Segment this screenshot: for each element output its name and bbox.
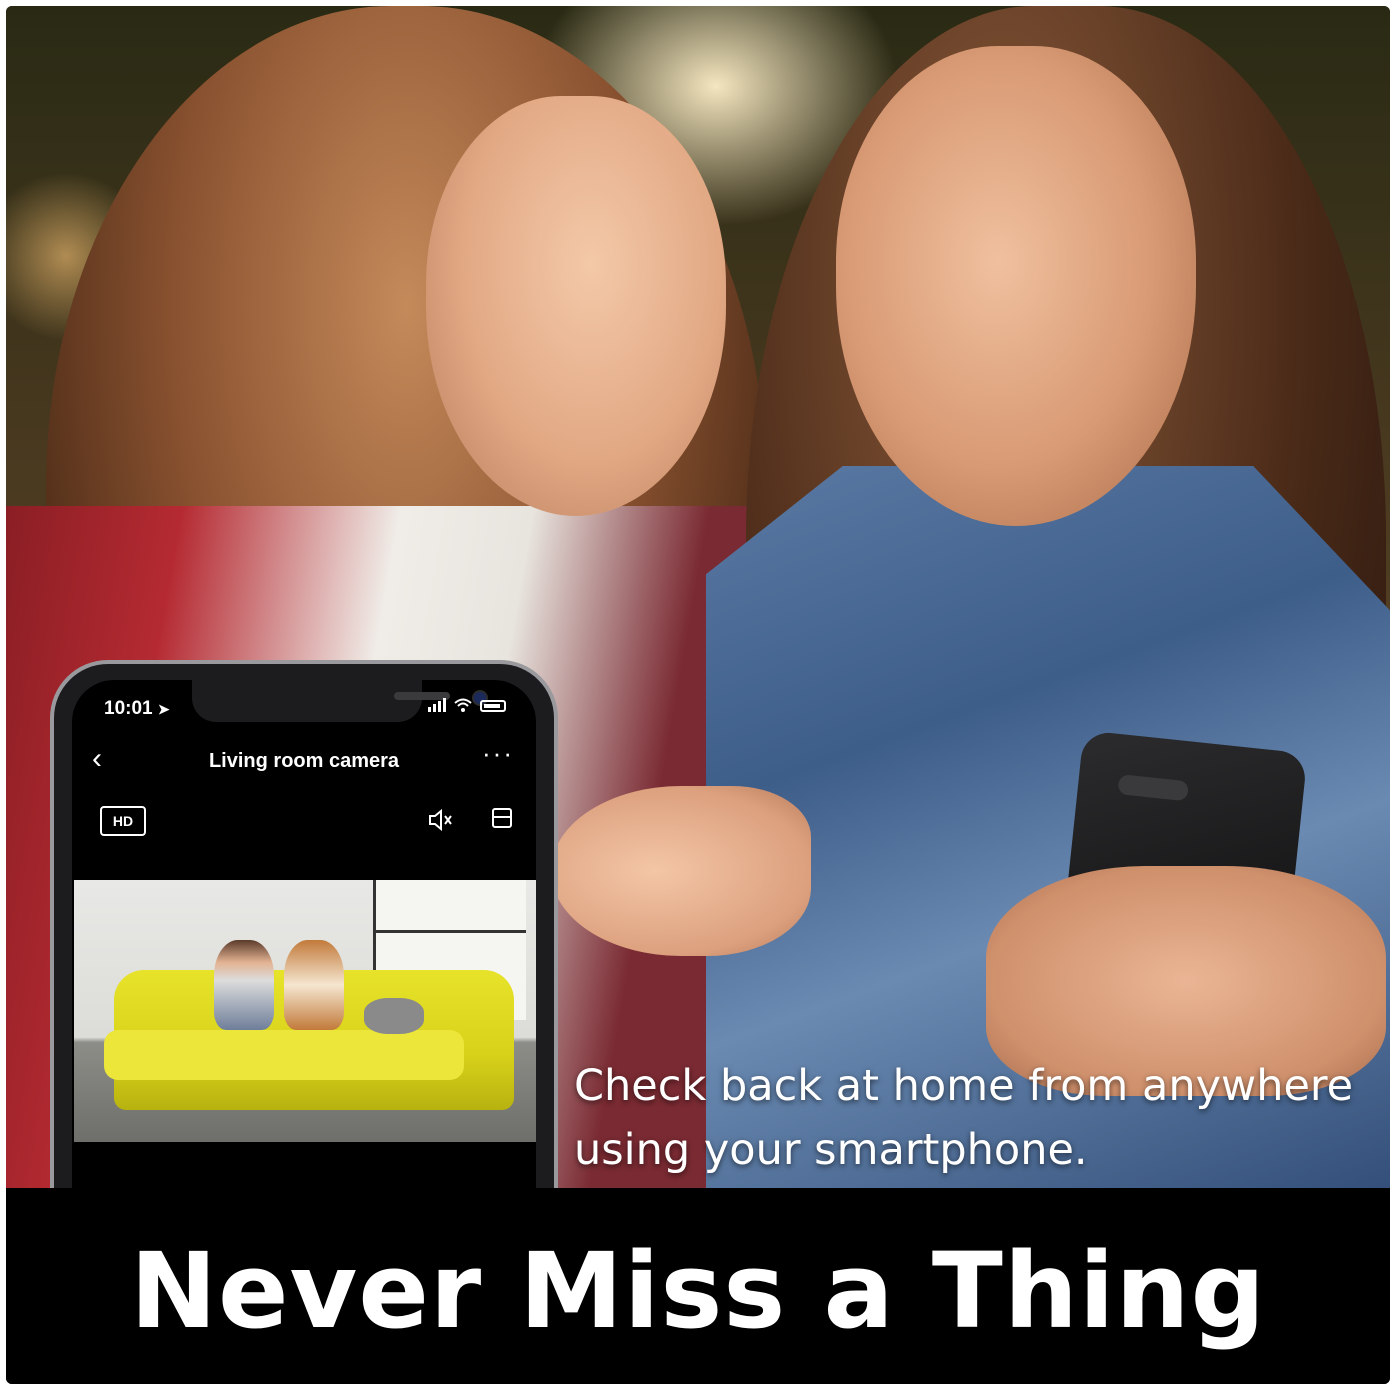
status-icons: [428, 698, 506, 712]
signal-icon: [428, 698, 446, 712]
more-options-icon[interactable]: ···: [482, 738, 514, 769]
battery-icon: [480, 700, 506, 712]
caption-line-1: Check back at home from anywhere: [574, 1061, 1354, 1111]
caption-line-2: using your smartphone.: [574, 1125, 1088, 1175]
ad-frame: 10:01 ➤ ‹ Living room camera ··· HD Chec…: [6, 6, 1390, 1384]
camera-title: Living room camera: [208, 750, 400, 772]
pointing-hand: [551, 786, 811, 956]
grey-cat: [364, 998, 424, 1034]
location-arrow-icon: ➤: [157, 701, 170, 717]
headline-banner: Never Miss a Thing: [6, 1188, 1390, 1384]
layout-toggle-icon[interactable]: [492, 808, 512, 828]
caption: Check back at home from anywhere using y…: [574, 1054, 1374, 1182]
app-nav-bar: ‹ Living room camera ···: [72, 738, 536, 782]
left-woman-face: [426, 96, 726, 516]
phone-mockup: 10:01 ➤ ‹ Living room camera ··· HD: [50, 660, 558, 1188]
sofa-seat: [104, 1030, 464, 1080]
speaker-muted-icon[interactable]: [426, 806, 454, 834]
status-time: 10:01 ➤: [104, 698, 170, 720]
lifestyle-photo: 10:01 ➤ ‹ Living room camera ··· HD Chec…: [6, 6, 1390, 1188]
right-woman-face: [836, 46, 1196, 526]
status-time-text: 10:01: [104, 698, 153, 719]
phone-screen: 10:01 ➤ ‹ Living room camera ··· HD: [72, 680, 536, 1188]
phone-notch: [192, 680, 488, 722]
live-camera-feed[interactable]: [74, 880, 536, 1142]
phone-camera-icon: [1117, 774, 1190, 802]
child: [214, 940, 274, 1030]
hd-quality-icon[interactable]: HD: [100, 806, 146, 836]
headline: Never Miss a Thing: [129, 1230, 1267, 1352]
wifi-icon: [454, 698, 472, 712]
corgi-dog: [284, 940, 344, 1030]
